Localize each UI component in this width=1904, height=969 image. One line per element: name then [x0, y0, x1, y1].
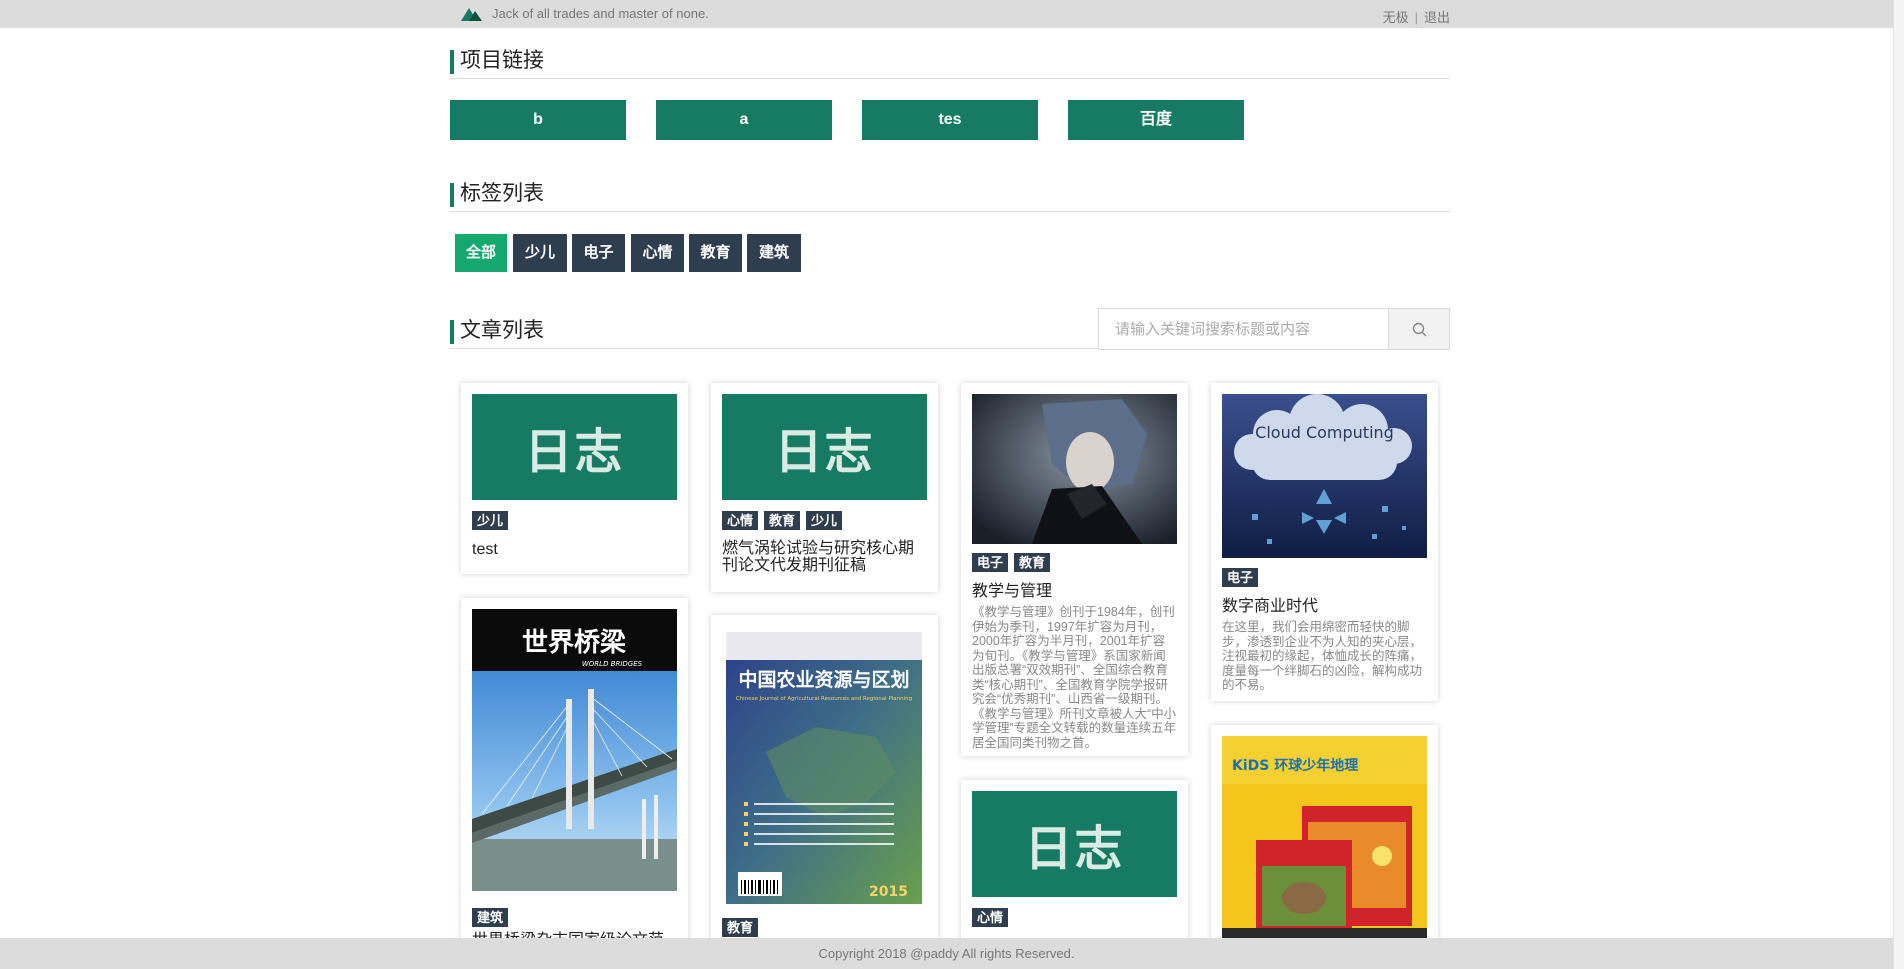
footer: Copyright 2018 @paddy All rights Reserve…: [0, 938, 1893, 969]
project-links-title: 项目链接: [460, 49, 544, 72]
search-input[interactable]: [1098, 308, 1388, 350]
article-tag[interactable]: 教育: [764, 511, 801, 530]
heading-divider: [1090, 348, 1098, 349]
article-thumbnail[interactable]: 世界桥梁 WORLD BRIDGES: [472, 609, 677, 891]
article-title[interactable]: 数字商业时代: [1222, 598, 1427, 615]
article-card[interactable]: Cloud Computing 电子 数字商业时代 在这里，我们会用绵密而轻快的…: [1211, 383, 1438, 701]
tag-education[interactable]: 教育: [689, 234, 742, 272]
article-list-title: 文章列表: [460, 319, 544, 342]
project-link-b[interactable]: b: [450, 100, 626, 140]
article-card[interactable]: 中国农业资源与区划 Chinese Journal of Agricultura…: [711, 615, 938, 969]
search-button[interactable]: [1388, 308, 1450, 350]
user-links: 无极 | 退出: [1383, 7, 1450, 26]
tag-list-title: 标签列表: [460, 182, 544, 205]
agri-cover-image: 中国农业资源与区划 Chinese Journal of Agricultura…: [726, 632, 922, 904]
article-description: 在这里，我们会用绵密而轻快的脚步，渗透到企业不为人知的夹心层，注视最初的缘起，体…: [1222, 620, 1423, 692]
project-link-a[interactable]: a: [656, 100, 832, 140]
article-tags: 电子: [1222, 568, 1259, 587]
heading-accent-bar: [450, 50, 454, 74]
thumbnail-text: 日志: [774, 426, 875, 479]
user-link[interactable]: 无极: [1383, 10, 1409, 25]
logo-icon[interactable]: [461, 7, 483, 21]
tag-list-heading: 标签列表: [450, 181, 1450, 212]
site-tagline: Jack of all trades and master of none.: [492, 6, 709, 21]
article-description: 《教学与管理》创刊于1984年，创刊伊始为季刊，1997年扩容为月刊，2000年…: [972, 605, 1177, 750]
project-links-heading: 项目链接: [450, 48, 1450, 79]
article-tag[interactable]: 建筑: [472, 908, 509, 927]
article-thumbnail[interactable]: 中国农业资源与区划 Chinese Journal of Agricultura…: [726, 632, 922, 904]
cover-title: 世界桥梁: [522, 628, 626, 658]
tag-children[interactable]: 少儿: [513, 234, 567, 272]
article-tags: 少儿: [472, 511, 509, 530]
article-tags: 电子 教育: [972, 553, 1051, 572]
heading-accent-bar: [450, 183, 454, 207]
article-thumbnail[interactable]: [972, 394, 1177, 544]
article-tag[interactable]: 少儿: [472, 511, 509, 530]
article-tag[interactable]: 教育: [722, 918, 759, 937]
article-list-heading: 文章列表: [450, 318, 1090, 349]
search-icon: [1412, 322, 1427, 337]
thumbnail-text: 日志: [1024, 823, 1125, 876]
project-link-baidu[interactable]: 百度: [1068, 100, 1244, 140]
article-tag[interactable]: 心情: [722, 511, 759, 530]
article-card[interactable]: 世界桥梁 WORLD BRIDGES 建筑 世界桥梁杂志国家级论文范: [461, 598, 688, 969]
article-tag[interactable]: 心情: [972, 908, 1009, 927]
article-tag[interactable]: 电子: [972, 553, 1009, 572]
article-tag[interactable]: 教育: [1014, 553, 1051, 572]
portrait-image: [972, 394, 1177, 544]
cover-title: 中国农业资源与区划: [738, 668, 909, 691]
top-bar: Jack of all trades and master of none. 无…: [0, 0, 1904, 28]
article-thumbnail[interactable]: 日志: [722, 394, 927, 500]
article-tag[interactable]: 少儿: [806, 511, 843, 530]
tag-electronics[interactable]: 电子: [572, 234, 625, 272]
tag-all[interactable]: 全部: [455, 234, 507, 272]
vertical-scrollbar[interactable]: [1893, 0, 1904, 969]
article-card[interactable]: 电子 教育 教学与管理 《教学与管理》创刊于1984年，创刊伊始为季刊，1997…: [961, 383, 1188, 756]
article-tags: 教育: [722, 918, 759, 937]
link-separator: |: [1414, 10, 1418, 25]
cloud-text: Cloud Computing: [1255, 423, 1394, 442]
tag-architecture[interactable]: 建筑: [747, 234, 801, 272]
cover-year: 2015: [869, 884, 908, 900]
article-thumbnail[interactable]: KiDS 环球少年地理: [1222, 736, 1427, 938]
kids-geography-cover-image: KiDS 环球少年地理: [1222, 736, 1427, 938]
thumbnail-text: 日志: [524, 426, 625, 479]
cover-subtitle: Chinese Journal of Agricultural Resource…: [736, 696, 912, 702]
article-title[interactable]: test: [472, 541, 677, 558]
article-tags: 心情: [972, 908, 1009, 927]
article-card[interactable]: KiDS 环球少年地理: [1211, 725, 1438, 969]
cover-title: KiDS 环球少年地理: [1232, 757, 1358, 774]
article-thumbnail[interactable]: 日志: [972, 791, 1177, 897]
top-bar-inner: Jack of all trades and master of none. 无…: [450, 0, 1450, 28]
article-card[interactable]: 日志 少儿 test: [461, 383, 688, 574]
article-thumbnail[interactable]: Cloud Computing: [1222, 394, 1427, 558]
article-thumbnail[interactable]: 日志: [472, 394, 677, 500]
article-tags: 心情 教育 少儿: [722, 511, 843, 530]
article-tags: 建筑: [472, 908, 509, 927]
article-card[interactable]: 日志 心情 教育 少儿 燃气涡轮试验与研究核心期刊论文代发期刊征稿: [711, 383, 938, 592]
tag-mood[interactable]: 心情: [631, 234, 684, 272]
article-title[interactable]: 燃气涡轮试验与研究核心期刊论文代发期刊征稿: [722, 540, 927, 574]
cover-subtitle: WORLD BRIDGES: [582, 660, 643, 668]
article-tag[interactable]: 电子: [1222, 568, 1259, 587]
bridge-cover-image: 世界桥梁 WORLD BRIDGES: [472, 609, 677, 891]
cloud-computing-image: Cloud Computing: [1222, 394, 1427, 558]
project-link-tes[interactable]: tes: [862, 100, 1038, 140]
heading-accent-bar: [450, 320, 454, 344]
article-title[interactable]: 教学与管理: [972, 583, 1177, 600]
logout-link[interactable]: 退出: [1424, 10, 1450, 25]
copyright-text: Copyright 2018 @paddy All rights Reserve…: [818, 946, 1075, 961]
